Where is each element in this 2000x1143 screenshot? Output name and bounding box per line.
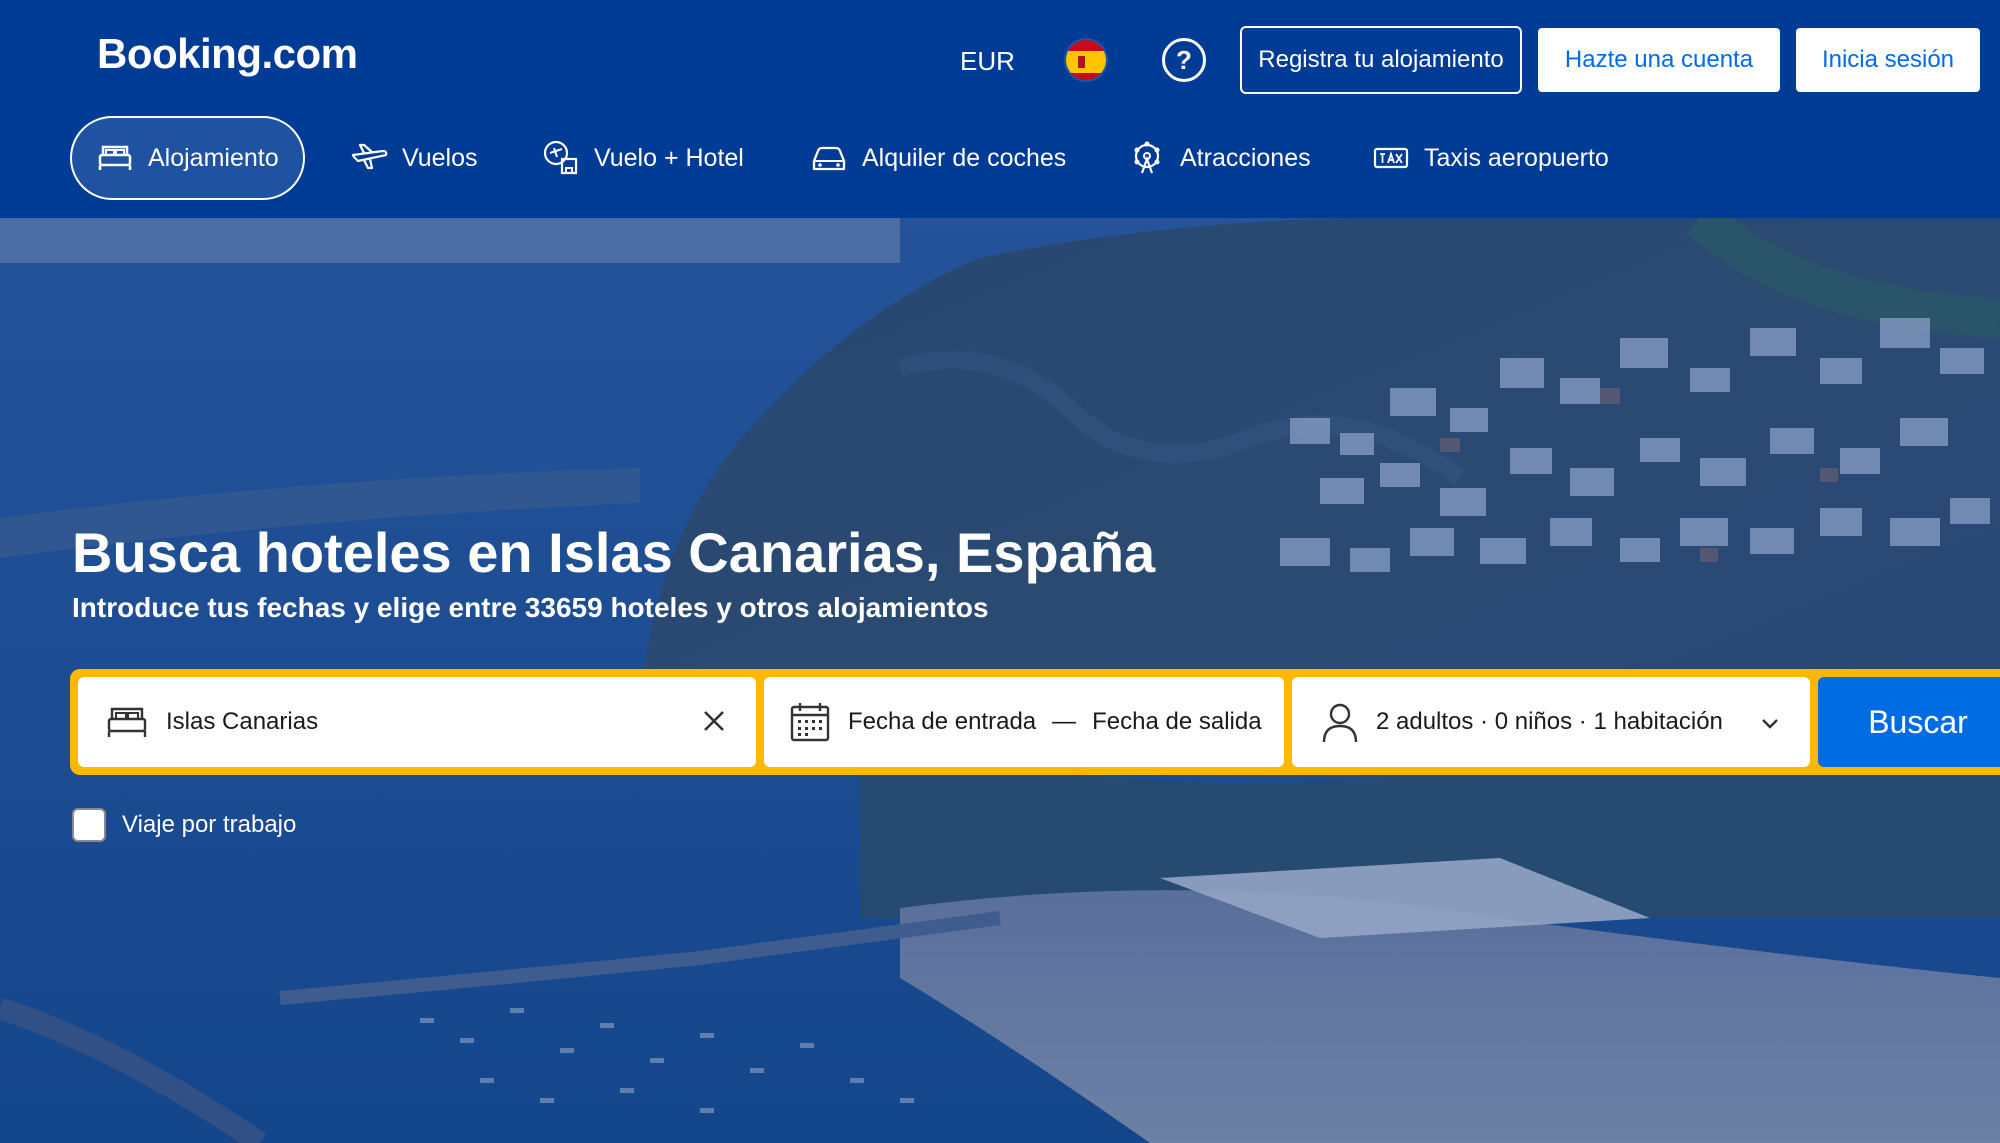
checkin-date[interactable]: Fecha de entrada	[848, 708, 1036, 736]
search-bar: Islas Canarias Fecha de entrada — Fecha …	[70, 669, 2000, 775]
help-icon: ?	[1176, 44, 1192, 75]
currency-selector[interactable]: EUR	[960, 46, 1015, 77]
tab-alojamiento[interactable]: Alojamiento	[70, 116, 305, 200]
attractions-icon	[1134, 141, 1160, 174]
help-button[interactable]: ?	[1162, 38, 1206, 82]
business-trip-checkbox[interactable]	[72, 808, 106, 842]
business-trip-option[interactable]: Viaje por trabajo	[72, 808, 296, 842]
tab-alquiler-coches[interactable]: Alquiler de coches	[810, 116, 1066, 200]
tab-vuelos[interactable]: Vuelos	[350, 116, 478, 200]
plane-icon	[351, 143, 388, 170]
flight-hotel-icon	[543, 140, 578, 175]
bed-icon	[98, 145, 132, 170]
destination-input[interactable]: Islas Canarias	[166, 708, 318, 736]
top-header: Booking.com EUR ? Registra tu alojamient…	[0, 0, 2000, 218]
business-trip-label: Viaje por trabajo	[122, 811, 297, 838]
hero-title: Busca hoteles en Islas Canarias, España	[72, 521, 1156, 584]
destination-field[interactable]: Islas Canarias	[78, 677, 756, 767]
tab-label: Taxis aeropuerto	[1424, 143, 1609, 172]
guests-summary: 2 adultos · 0 niños · 1 habitación	[1376, 708, 1723, 735]
guests-field[interactable]: 2 adultos · 0 niños · 1 habitación	[1292, 677, 1810, 767]
tab-taxis-aeropuerto[interactable]: Taxis aeropuerto	[1372, 116, 1609, 200]
booking-logo[interactable]: Booking.com	[97, 30, 358, 78]
date-separator: —	[1052, 708, 1077, 735]
close-icon[interactable]	[698, 705, 730, 737]
sign-in-button[interactable]: Inicia sesión	[1796, 28, 1980, 92]
tab-atracciones[interactable]: Atracciones	[1128, 116, 1311, 200]
car-icon	[812, 146, 846, 171]
calendar-icon	[790, 703, 830, 742]
chevron-down-icon[interactable]	[1756, 709, 1784, 737]
person-icon	[1322, 703, 1358, 743]
tab-label: Alojamiento	[148, 143, 279, 172]
language-flag-icon[interactable]	[1064, 38, 1108, 82]
page: Booking.com EUR ? Registra tu alojamient…	[0, 0, 2000, 1143]
hero-subtitle: Introduce tus fechas y elige entre 33659…	[72, 592, 989, 623]
search-button[interactable]: Buscar	[1818, 677, 2000, 767]
tab-label: Alquiler de coches	[862, 143, 1067, 172]
hero-section: Busca hoteles en Islas Canarias, España …	[0, 218, 2000, 1143]
tab-vuelo-hotel[interactable]: Vuelo + Hotel	[542, 116, 744, 200]
list-property-button[interactable]: Registra tu alojamiento	[1240, 26, 1522, 94]
register-button[interactable]: Hazte una cuenta	[1538, 28, 1780, 92]
tab-label: Vuelo + Hotel	[594, 143, 744, 172]
tab-label: Atracciones	[1180, 143, 1311, 172]
tab-label: Vuelos	[402, 143, 478, 172]
dates-field[interactable]: Fecha de entrada — Fecha de salida	[764, 677, 1284, 767]
checkout-date[interactable]: Fecha de salida	[1092, 708, 1261, 736]
taxi-icon	[1373, 147, 1409, 169]
bed-icon	[107, 707, 147, 737]
